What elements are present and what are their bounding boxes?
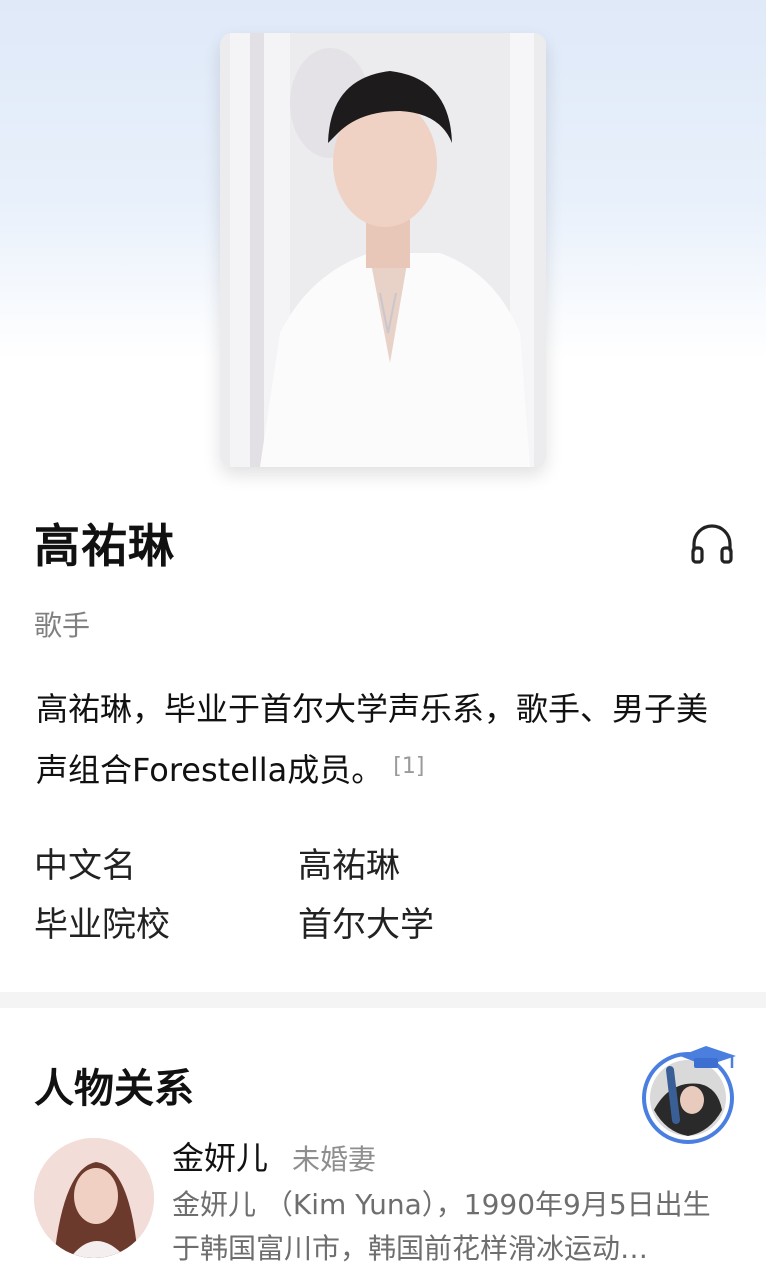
entry-occupation: 歌手: [34, 609, 91, 642]
person-description: 金妍儿 （Kim Yuna），1990年9月5日出生于韩国富川市，韩国前花样滑冰…: [172, 1188, 711, 1265]
headphones-icon[interactable]: [688, 520, 736, 568]
portrait-image[interactable]: [220, 33, 546, 467]
relations-title: 人物关系: [34, 1066, 194, 1112]
section-divider: [0, 992, 766, 1008]
info-value: 高祐琳: [298, 846, 400, 886]
person-name[interactable]: 金妍儿: [172, 1133, 268, 1179]
baike-entry-page: 高祐琳 歌手 高祐琳，毕业于首尔大学声乐系，歌手、男子美声组合Forestell…: [0, 0, 766, 1280]
summary-text: 高祐琳，毕业于首尔大学声乐系，歌手、男子美声组合Forestella成员。: [36, 690, 709, 789]
info-value[interactable]: 首尔大学: [298, 897, 434, 946]
info-key: 中文名: [34, 846, 136, 886]
reference-link[interactable]: [1]: [393, 754, 424, 779]
entry-summary: 高祐琳，毕业于首尔大学声乐系，歌手、男子美声组合Forestella成员。 [1]: [36, 680, 736, 799]
entry-title: 高祐琳: [34, 519, 175, 573]
person-relation: 未婚妻: [292, 1143, 377, 1176]
info-key: 毕业院校: [34, 905, 170, 945]
graduation-badge-avatar[interactable]: [640, 1040, 740, 1144]
avatar[interactable]: [34, 1138, 154, 1258]
